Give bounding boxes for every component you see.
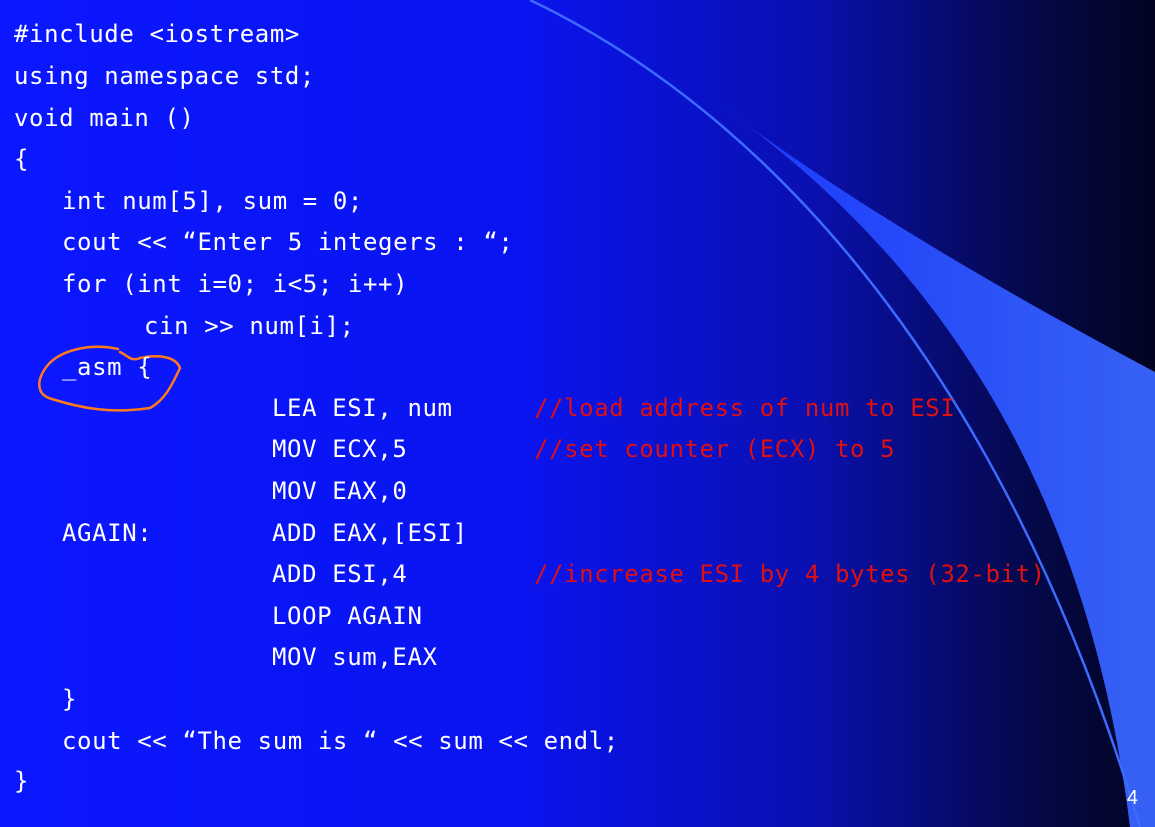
code-line-include: #include <iostream> (14, 20, 300, 48)
asm-line-mov-ecx: MOV ECX,5 (272, 435, 408, 463)
asm-line-add-eax: ADD EAX,[ESI] (272, 519, 468, 547)
asm-line-add-esi: ADD ESI,4 (272, 560, 408, 588)
asm-line-mov-sum: MOV sum,EAX (272, 643, 438, 671)
asm-line-lea: LEA ESI, num (272, 394, 453, 422)
swoosh-shape (720, 105, 1155, 827)
code-line-close-brace: } (14, 767, 30, 795)
comment-set-counter: //set counter (ECX) to 5 (534, 435, 896, 463)
code-line-declarations: int num[5], sum = 0; (62, 187, 363, 215)
comment-load-address: //load address of num to ESI (534, 394, 956, 422)
code-line-prompt: cout << “Enter 5 integers : “; (62, 228, 514, 256)
asm-line-loop: LOOP AGAIN (272, 602, 423, 630)
slide-page-number: 4 (1126, 787, 1138, 809)
code-line-namespace: using namespace std; (14, 62, 315, 90)
asm-label-again: AGAIN: (62, 519, 153, 547)
code-line-asm-open: _asm { (62, 353, 153, 381)
code-line-for-loop: for (int i=0; i<5; i++) (62, 270, 409, 298)
asm-line-mov-eax: MOV EAX,0 (272, 477, 408, 505)
code-line-open-brace: { (14, 145, 30, 173)
code-line-cin: cin >> num[i]; (144, 312, 355, 340)
comment-increase-esi: //increase ESI by 4 bytes (32-bit) (534, 560, 1046, 588)
code-line-cout-sum: cout << “The sum is “ << sum << endl; (62, 727, 619, 755)
code-line-main-signature: void main () (14, 104, 195, 132)
code-line-asm-close: } (62, 685, 78, 713)
